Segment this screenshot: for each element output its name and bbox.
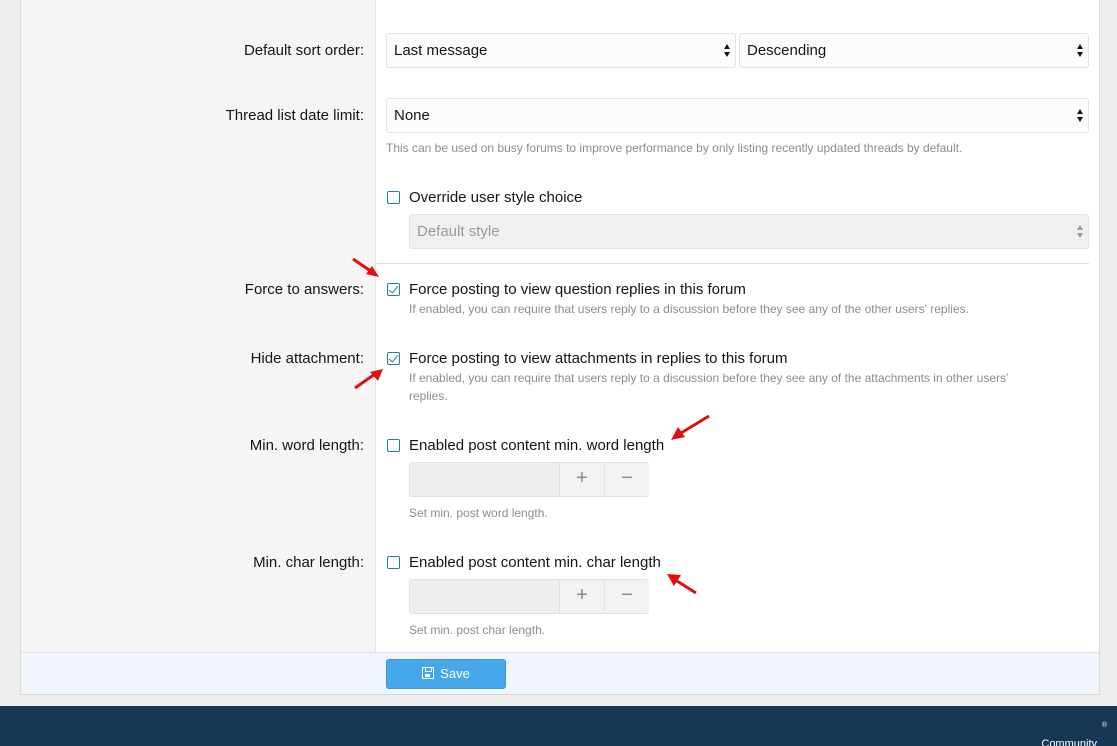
select-arrows-icon bbox=[1077, 225, 1084, 238]
date-limit-select[interactable]: None bbox=[386, 98, 1089, 133]
hide-attachment-hint-cont: replies. bbox=[409, 389, 448, 403]
style-select-value: Default style bbox=[417, 223, 500, 240]
min-char-checkbox-label[interactable]: Enabled post content min. char length bbox=[409, 554, 661, 571]
annotation-arrow-icon bbox=[352, 257, 379, 277]
select-arrows-icon bbox=[724, 44, 731, 57]
hide-attachment-hint: If enabled, you can require that users r… bbox=[409, 371, 1009, 385]
footer-credit[interactable]: Community platform by XenForo ® bbox=[1041, 722, 1107, 746]
min-word-decrement-button: − bbox=[604, 463, 649, 496]
min-word-checkbox[interactable] bbox=[387, 439, 400, 452]
hide-attachment-label: Hide attachment: bbox=[250, 350, 364, 367]
site-footer: Community platform by XenForo ® bbox=[0, 706, 1117, 746]
forum-options-panel: Default sort order: Last message Descend… bbox=[20, 0, 1100, 695]
min-char-stepper: + − bbox=[409, 579, 649, 614]
hide-attachment-checkbox[interactable] bbox=[387, 352, 400, 365]
force-answers-checkbox[interactable] bbox=[387, 283, 400, 296]
save-button[interactable]: Save bbox=[386, 659, 506, 689]
date-limit-label: Thread list date limit: bbox=[225, 107, 364, 124]
sort-direction-value: Descending bbox=[747, 42, 827, 59]
date-limit-value: None bbox=[394, 107, 430, 124]
sort-field-value: Last message bbox=[394, 42, 488, 59]
min-word-increment-button: + bbox=[559, 463, 604, 496]
annotation-arrow-icon bbox=[671, 414, 710, 440]
footer-credit-text: Community platform by XenForo bbox=[1041, 738, 1097, 746]
save-button-label: Save bbox=[440, 666, 470, 681]
override-style-label[interactable]: Override user style choice bbox=[409, 189, 582, 206]
min-char-increment-button: + bbox=[559, 580, 604, 613]
sort-field-select[interactable]: Last message bbox=[386, 33, 736, 68]
date-limit-hint: This can be used on busy forums to impro… bbox=[386, 141, 963, 155]
min-word-checkbox-label[interactable]: Enabled post content min. word length bbox=[409, 437, 664, 454]
min-word-hint: Set min. post word length. bbox=[409, 506, 548, 520]
annotation-arrow-icon bbox=[354, 369, 383, 390]
form-submit-row: Save bbox=[21, 652, 1099, 694]
min-word-stepper: + − bbox=[409, 462, 649, 497]
min-char-input bbox=[410, 580, 559, 613]
select-arrows-icon bbox=[1077, 44, 1084, 57]
min-char-decrement-button: − bbox=[604, 580, 649, 613]
save-icon bbox=[422, 667, 435, 679]
force-answers-label: Force to answers: bbox=[244, 281, 364, 298]
min-char-checkbox[interactable] bbox=[387, 556, 400, 569]
force-answers-checkbox-label[interactable]: Force posting to view question replies i… bbox=[409, 281, 746, 298]
section-divider bbox=[376, 263, 1089, 264]
registered-mark: ® bbox=[1101, 722, 1107, 729]
min-char-hint: Set min. post char length. bbox=[409, 623, 546, 637]
sort-direction-select[interactable]: Descending bbox=[739, 33, 1089, 68]
style-select: Default style bbox=[409, 214, 1089, 249]
sort-order-label: Default sort order: bbox=[243, 42, 364, 59]
select-arrows-icon bbox=[1077, 109, 1084, 122]
force-answers-hint: If enabled, you can require that users r… bbox=[409, 302, 969, 316]
annotation-arrow-icon bbox=[667, 574, 697, 595]
hide-attachment-checkbox-label[interactable]: Force posting to view attachments in rep… bbox=[409, 350, 788, 367]
min-word-input bbox=[410, 463, 559, 496]
min-char-label: Min. char length: bbox=[253, 554, 364, 571]
min-word-label: Min. word length: bbox=[249, 437, 364, 454]
override-style-checkbox[interactable] bbox=[387, 191, 400, 204]
